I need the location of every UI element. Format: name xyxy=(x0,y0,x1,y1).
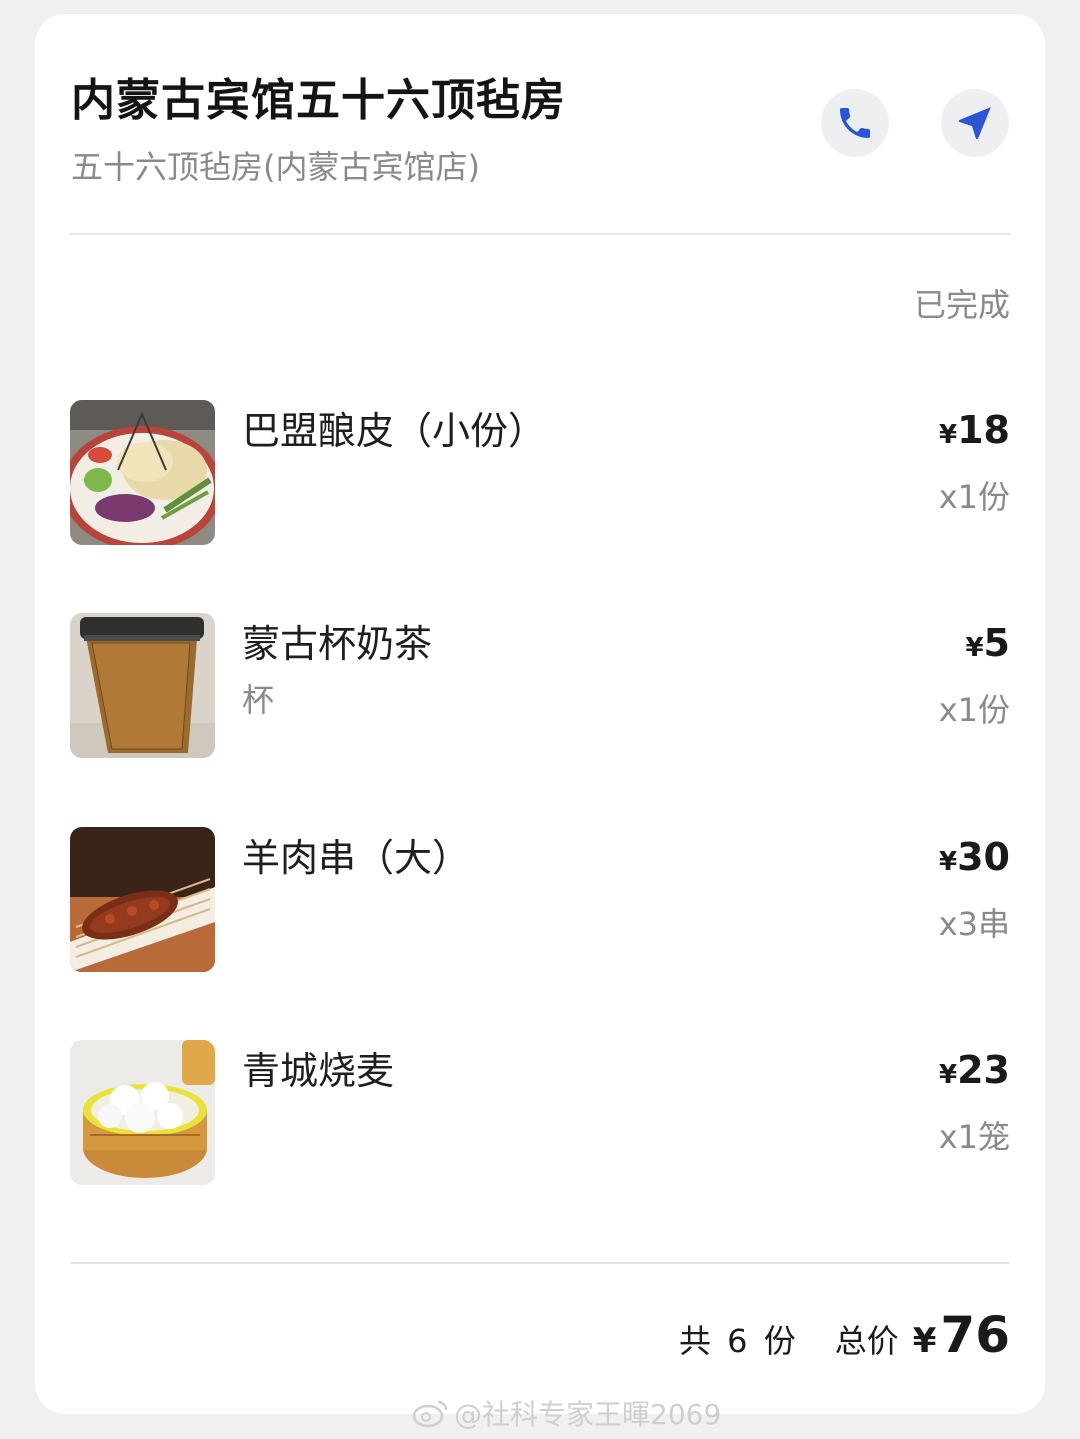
location-arrow-icon xyxy=(958,107,991,140)
price-value: 30 xyxy=(957,835,1010,879)
item-thumbnail-lamb-skewers xyxy=(70,827,215,972)
item-price: ¥18 xyxy=(939,408,1010,452)
total-label: 总价 xyxy=(834,1322,899,1360)
call-button[interactable] xyxy=(821,89,889,157)
total-price: 76 xyxy=(940,1306,1010,1364)
order-item[interactable]: 巴盟酿皮（小份） ¥18 x1份 xyxy=(70,400,1010,545)
item-quantity: x1份 xyxy=(938,691,1010,729)
item-spec: 杯 xyxy=(242,681,275,719)
watermark: @社科专家王暉2069 xyxy=(412,1393,721,1433)
item-name: 青城烧麦 xyxy=(242,1049,395,1093)
order-item[interactable]: 蒙古杯奶茶 杯 ¥5 x1份 xyxy=(70,613,1010,758)
currency-symbol: ¥ xyxy=(939,847,958,877)
price-value: 5 xyxy=(983,621,1010,665)
navigate-button[interactable] xyxy=(941,89,1009,157)
currency-symbol: ¥ xyxy=(939,1060,958,1090)
item-price: ¥30 xyxy=(939,835,1010,879)
order-item[interactable]: 青城烧麦 ¥23 x1笼 xyxy=(70,1040,1010,1185)
price-value: 23 xyxy=(957,1048,1010,1092)
item-price: ¥23 xyxy=(939,1048,1010,1092)
item-quantity: x1份 xyxy=(938,478,1010,516)
item-count: 共 6 份 xyxy=(679,1322,799,1360)
phone-icon xyxy=(840,108,870,138)
currency-symbol: ¥ xyxy=(965,633,984,663)
item-quantity: x1笼 xyxy=(938,1118,1010,1156)
weibo-logo-icon xyxy=(412,1400,448,1428)
header-divider xyxy=(70,233,1010,235)
watermark-text: @社科专家王暉2069 xyxy=(454,1398,722,1431)
footer-divider xyxy=(70,1262,1010,1264)
order-summary: 共 6 份 总价 ¥ 76 xyxy=(679,1306,1010,1364)
currency-symbol: ¥ xyxy=(939,420,958,450)
item-name: 蒙古杯奶茶 xyxy=(242,622,433,666)
store-branch: 五十六顶毡房(内蒙古宾馆店) xyxy=(71,148,480,186)
item-thumbnail-milk-tea xyxy=(70,613,215,758)
item-thumbnail-shaomai xyxy=(70,1040,215,1185)
item-name: 羊肉串（大） xyxy=(242,836,471,880)
order-status: 已完成 xyxy=(913,286,1010,324)
store-name[interactable]: 内蒙古宾馆五十六顶毡房 xyxy=(71,64,566,128)
price-value: 18 xyxy=(957,408,1010,452)
item-thumbnail-niangpi xyxy=(70,400,215,545)
item-quantity: x3串 xyxy=(938,905,1010,943)
order-item[interactable]: 羊肉串（大） ¥30 x3串 xyxy=(70,827,1010,972)
item-name: 巴盟酿皮（小份） xyxy=(242,409,547,453)
total-currency: ¥ xyxy=(912,1321,937,1361)
order-card: 内蒙古宾馆五十六顶毡房 五十六顶毡房(内蒙古宾馆店) 已完成 巴盟酿皮（小份） … xyxy=(35,14,1045,1414)
item-price: ¥5 xyxy=(965,621,1010,665)
